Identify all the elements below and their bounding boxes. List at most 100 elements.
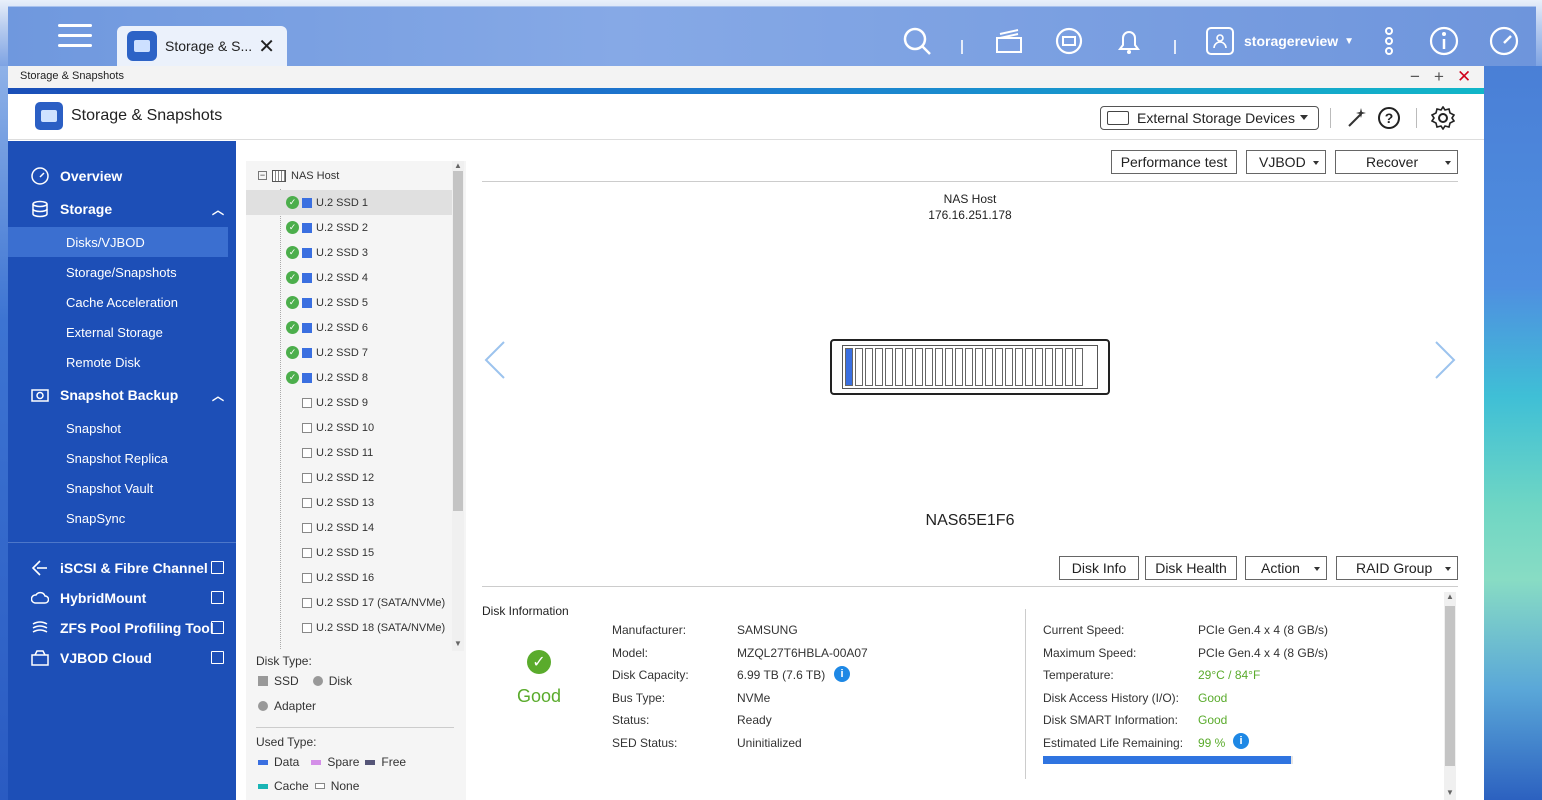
tree-disk-row[interactable]: U.2 SSD 12 bbox=[246, 465, 452, 490]
external-storage-dropdown[interactable]: External Storage Devices bbox=[1100, 106, 1319, 130]
sidebar-item-cache-acceleration[interactable]: Cache Acceleration bbox=[8, 287, 228, 317]
tree-disk-row[interactable]: U.2 SSD 15 bbox=[246, 540, 452, 565]
sidebar-snapshot-backup[interactable]: Snapshot Backup ︿ bbox=[8, 380, 236, 410]
disk-bay[interactable] bbox=[975, 348, 983, 386]
tree-disk-row[interactable]: U.2 SSD 17 (SATA/NVMe) bbox=[246, 590, 452, 615]
next-arrow-icon[interactable] bbox=[1430, 340, 1460, 380]
info-scroll-thumb[interactable] bbox=[1445, 606, 1455, 766]
sidebar-storage[interactable]: Storage ︿ bbox=[8, 194, 236, 224]
more-options-icon[interactable] bbox=[1374, 26, 1404, 56]
dashboard-gauge-icon[interactable] bbox=[1489, 26, 1519, 56]
collapse-icon[interactable]: − bbox=[258, 171, 267, 180]
tree-disk-row[interactable]: U.2 SSD 14 bbox=[246, 515, 452, 540]
sidebar-item-snapshot-replica[interactable]: Snapshot Replica bbox=[8, 443, 228, 473]
tree-root-nas-host[interactable]: − NAS Host bbox=[246, 163, 452, 188]
disk-bay[interactable] bbox=[1065, 348, 1073, 386]
tree-disk-row[interactable]: U.2 SSD 11 bbox=[246, 440, 452, 465]
disk-bay[interactable] bbox=[865, 348, 873, 386]
disk-bay[interactable] bbox=[885, 348, 893, 386]
sidebar-link-vjbod-cloud[interactable]: VJBOD Cloud bbox=[8, 643, 236, 673]
disk-bay[interactable] bbox=[1015, 348, 1023, 386]
sidebar-item-disks-vjbod[interactable]: Disks/VJBOD bbox=[8, 227, 228, 257]
disk-bay[interactable] bbox=[985, 348, 993, 386]
disk-info-button[interactable]: Disk Info bbox=[1059, 556, 1139, 580]
capacity-info-icon[interactable]: i bbox=[834, 666, 850, 682]
sidebar-item-snapsync[interactable]: SnapSync bbox=[8, 503, 228, 533]
sidebar-item-snapshot-vault[interactable]: Snapshot Vault bbox=[8, 473, 228, 503]
disk-bay[interactable] bbox=[1005, 348, 1013, 386]
disk-bay[interactable] bbox=[945, 348, 953, 386]
tree-disk-row[interactable]: ✓ U.2 SSD 3 bbox=[246, 240, 452, 265]
legend-free-label: Free bbox=[381, 755, 407, 769]
search-icon[interactable] bbox=[902, 26, 932, 56]
disk-bay[interactable] bbox=[1035, 348, 1043, 386]
disk-bay[interactable] bbox=[875, 348, 883, 386]
sidebar-overview[interactable]: Overview bbox=[8, 161, 236, 191]
disk-bay[interactable] bbox=[845, 348, 853, 386]
user-menu[interactable]: storagereview ▼ bbox=[1206, 26, 1354, 56]
background-tasks-icon[interactable] bbox=[994, 26, 1024, 56]
tree-disk-row[interactable]: ✓ U.2 SSD 2 bbox=[246, 215, 452, 240]
disk-type-label: Disk Type: bbox=[256, 654, 312, 668]
info-scrollbar[interactable]: ▲ ▼ bbox=[1444, 592, 1456, 800]
sidebar-link-zfs-profiling[interactable]: ZFS Pool Profiling Tool bbox=[8, 613, 236, 643]
tree-disk-row[interactable]: ✓ U.2 SSD 8 bbox=[246, 365, 452, 390]
tree-disk-row[interactable]: U.2 SSD 13 bbox=[246, 490, 452, 515]
tree-disk-row[interactable]: ✓ U.2 SSD 1 bbox=[246, 190, 452, 215]
recover-dropdown[interactable]: Recover bbox=[1335, 150, 1458, 174]
sidebar-link-hybridmount[interactable]: HybridMount bbox=[8, 583, 236, 613]
vjbod-dropdown[interactable]: VJBOD bbox=[1246, 150, 1326, 174]
disk-bay[interactable] bbox=[965, 348, 973, 386]
disk-bay[interactable] bbox=[995, 348, 1003, 386]
tree-scroll-thumb[interactable] bbox=[453, 171, 463, 511]
disk-bay[interactable] bbox=[915, 348, 923, 386]
raid-group-dropdown[interactable]: RAID Group bbox=[1336, 556, 1458, 580]
action-dropdown[interactable]: Action bbox=[1245, 556, 1327, 580]
wizard-icon[interactable] bbox=[1345, 106, 1369, 130]
dropdown-caret-icon bbox=[1313, 161, 1319, 165]
tree-scrollbar[interactable]: ▲ ▼ bbox=[452, 161, 464, 651]
previous-arrow-icon[interactable] bbox=[480, 340, 510, 380]
tree-disk-row[interactable]: ✓ U.2 SSD 4 bbox=[246, 265, 452, 290]
username: storagereview bbox=[1244, 33, 1339, 49]
disk-bay[interactable] bbox=[955, 348, 963, 386]
sidebar-link-iscsi[interactable]: iSCSI & Fibre Channel bbox=[8, 553, 236, 583]
sidebar-item-remote-disk[interactable]: Remote Disk bbox=[8, 347, 228, 377]
performance-test-button[interactable]: Performance test bbox=[1111, 150, 1237, 174]
disk-bay[interactable] bbox=[855, 348, 863, 386]
sidebar-item-storage-snapshots[interactable]: Storage/Snapshots bbox=[8, 257, 228, 287]
disk-status-good: Good bbox=[516, 686, 562, 706]
maximize-icon[interactable]: + bbox=[1434, 68, 1444, 86]
disk-bay[interactable] bbox=[1075, 348, 1083, 386]
tree-disk-row[interactable]: ✓ U.2 SSD 5 bbox=[246, 290, 452, 315]
notification-bell-icon[interactable] bbox=[1114, 26, 1144, 56]
sidebar-item-snapshot[interactable]: Snapshot bbox=[8, 413, 228, 443]
main-menu-button[interactable] bbox=[58, 24, 92, 54]
close-tab-icon[interactable]: ✕ bbox=[258, 34, 275, 59]
tree-disk-row[interactable]: U.2 SSD 10 bbox=[246, 415, 452, 440]
disk-bay[interactable] bbox=[1055, 348, 1063, 386]
sidebar-item-external-storage[interactable]: External Storage bbox=[8, 317, 228, 347]
taskbar-app-tab[interactable]: Storage & S... ✕ bbox=[117, 26, 287, 66]
tree-disk-label: U.2 SSD 10 bbox=[316, 421, 375, 434]
minimize-icon[interactable]: − bbox=[1410, 68, 1420, 86]
disk-health-button[interactable]: Disk Health bbox=[1145, 556, 1237, 580]
settings-gear-icon[interactable] bbox=[1430, 105, 1456, 131]
close-window-icon[interactable]: ✕ bbox=[1457, 68, 1471, 86]
life-info-icon[interactable]: i bbox=[1233, 733, 1249, 749]
tree-disk-row[interactable]: U.2 SSD 9 bbox=[246, 390, 452, 415]
disk-bay[interactable] bbox=[905, 348, 913, 386]
disk-bay[interactable] bbox=[1045, 348, 1053, 386]
help-icon[interactable]: ? bbox=[1377, 106, 1401, 130]
tree-disk-row[interactable]: U.2 SSD 18 (SATA/NVMe) bbox=[246, 615, 452, 640]
tree-disk-row[interactable]: U.2 SSD 16 bbox=[246, 565, 452, 590]
disk-bay[interactable] bbox=[895, 348, 903, 386]
info-key: Model: bbox=[612, 645, 649, 660]
disk-bay[interactable] bbox=[935, 348, 943, 386]
info-icon[interactable] bbox=[1429, 26, 1459, 56]
tree-disk-row[interactable]: ✓ U.2 SSD 6 bbox=[246, 315, 452, 340]
disk-bay[interactable] bbox=[1025, 348, 1033, 386]
tree-disk-row[interactable]: ✓ U.2 SSD 7 bbox=[246, 340, 452, 365]
disk-bay[interactable] bbox=[925, 348, 933, 386]
sync-icon[interactable] bbox=[1054, 26, 1084, 56]
